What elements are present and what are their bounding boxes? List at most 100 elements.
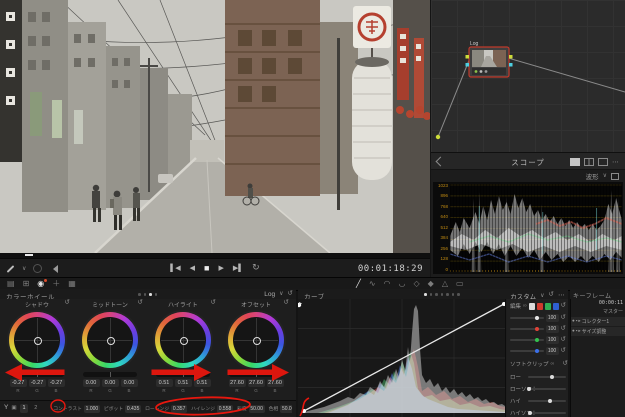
blue-intensity-slider[interactable] <box>510 350 544 352</box>
offset-color-wheel[interactable] <box>228 312 284 368</box>
waveform-scale: 1023896768 640512384 2561280 <box>433 184 448 272</box>
green-channel-button[interactable] <box>545 303 551 310</box>
expand-track-icon[interactable]: ▸ <box>578 329 580 334</box>
loop-button[interactable]: ↻ <box>252 262 260 273</box>
reset-icon[interactable]: ↺ <box>138 300 143 307</box>
keyframe-track-corrector[interactable]: ● ▪ ▸ コレクター1 <box>570 317 625 326</box>
midtone-color-wheel[interactable] <box>82 312 138 368</box>
curve-black-point[interactable] <box>302 409 306 413</box>
softclip-reset-icon[interactable]: ↺ <box>562 361 567 368</box>
contrast-value[interactable]: 1.000 <box>84 405 100 413</box>
skip-end-button[interactable]: ▶▌ <box>233 264 243 272</box>
curves-page-dots[interactable] <box>424 293 460 296</box>
skip-start-button[interactable]: ▌◀ <box>170 264 180 272</box>
green-intensity-value[interactable]: 100 <box>546 336 559 344</box>
high-soft-slider[interactable] <box>528 412 566 414</box>
red-channel-button[interactable] <box>537 303 543 310</box>
custom-curve-graph[interactable]: ▸ <box>298 299 506 417</box>
primaries-adjust-bar: Y ▣ 1 2 コントラスト1.000 ピボット0.435 ローレンジ0.357… <box>0 400 296 416</box>
red-intensity-value[interactable]: 100 <box>546 325 559 333</box>
shadow-master-wheel[interactable] <box>10 372 64 377</box>
pen-dropdown-icon[interactable]: ∨ <box>22 266 26 272</box>
wheel-mode-icon[interactable]: ▣ <box>11 406 16 412</box>
value-box[interactable]: -0.27 <box>48 379 65 387</box>
curves-reset-icon[interactable]: ↺ <box>549 292 554 299</box>
expand-track-icon[interactable]: ▸ <box>578 319 580 324</box>
value-box[interactable]: 27.60 <box>248 379 265 387</box>
wheels-mode-select[interactable]: Log <box>264 291 275 298</box>
audio-mute-icon[interactable] <box>49 265 58 273</box>
keyframe-panel: 00:00:11 マスター ● ▪ ▸ コレクター1 ● ▪ ▸ サイズ調整 <box>570 299 625 417</box>
stop-button[interactable]: ■ <box>204 263 209 273</box>
scope-single-view-icon[interactable] <box>570 158 580 166</box>
curves-channels-reset-icon[interactable]: ↺ <box>561 303 566 310</box>
value-box[interactable]: 27.60 <box>267 379 284 387</box>
value-box[interactable]: 27.60 <box>229 379 246 387</box>
scope-quad-view-icon[interactable] <box>598 158 608 166</box>
playhead-marker[interactable] <box>25 254 33 256</box>
luma-channel-button[interactable] <box>529 303 535 310</box>
wheels-reset-icon[interactable]: ↺ <box>288 291 293 298</box>
highlight-color-wheel[interactable] <box>155 312 211 368</box>
blue-channel-button[interactable] <box>553 303 559 310</box>
shadow-color-wheel[interactable] <box>9 312 65 368</box>
link-icon[interactable]: ∞ <box>551 361 555 367</box>
high-clip-slider[interactable] <box>528 400 566 402</box>
viewer-timecode[interactable]: 00:01:18:29 <box>358 264 423 274</box>
pivot-value[interactable]: 0.435 <box>125 405 141 413</box>
value-box[interactable]: -0.27 <box>10 379 27 387</box>
play-button[interactable]: ▶ <box>218 264 223 272</box>
red-intensity-slider[interactable] <box>510 328 544 330</box>
reset-icon[interactable]: ↺ <box>561 315 566 322</box>
reset-icon[interactable]: ↺ <box>561 337 566 344</box>
softclip-label: ソフトクリップ <box>510 360 549 368</box>
luma-intensity-slider[interactable] <box>510 317 544 319</box>
green-intensity-slider[interactable] <box>510 339 544 341</box>
corrector-node[interactable]: Log <box>466 41 513 77</box>
highlight-master-wheel[interactable] <box>156 372 210 377</box>
scope-options-icon[interactable]: ⋯ <box>612 159 619 166</box>
reset-icon[interactable]: ↺ <box>561 326 566 333</box>
wheels-page-dots[interactable] <box>138 293 157 296</box>
value-box[interactable]: -0.27 <box>29 379 46 387</box>
midtone-master-wheel[interactable] <box>83 372 137 377</box>
scope-settings-icon[interactable] <box>611 173 619 180</box>
grab-still-icon[interactable] <box>33 264 42 273</box>
offset-master-wheel[interactable] <box>229 372 283 377</box>
midtone-wheel-group: ミッドトーン↺ 0.00 0.00 0.00 RGB <box>74 300 146 399</box>
hue-value[interactable]: 50.00 <box>280 405 292 413</box>
lock-icon[interactable]: ▪ <box>576 319 578 324</box>
value-box[interactable]: 0.51 <box>156 379 173 387</box>
blue-intensity-value[interactable]: 100 <box>546 347 559 355</box>
curves-options-icon[interactable]: ⋯ <box>558 292 565 299</box>
high-range-value[interactable]: 0.558 <box>217 405 233 413</box>
value-box[interactable]: 0.51 <box>194 379 211 387</box>
ysfx-toggle-icon[interactable]: Y <box>4 405 8 412</box>
lock-icon[interactable]: ▪ <box>576 329 578 334</box>
keyframe-track-sizing[interactable]: ● ▪ ▸ サイズ調整 <box>570 327 625 336</box>
low-clip-slider[interactable] <box>528 376 566 378</box>
wheels-page-2-button[interactable]: 2 <box>31 404 40 413</box>
value-box[interactable]: 0.00 <box>83 379 100 387</box>
reset-icon[interactable]: ↺ <box>561 348 566 355</box>
value-box[interactable]: 0.00 <box>121 379 138 387</box>
reset-icon[interactable]: ↺ <box>284 300 289 307</box>
value-box[interactable]: 0.00 <box>102 379 119 387</box>
node-editor[interactable]: Log <box>431 0 625 153</box>
value-box[interactable]: 0.51 <box>175 379 192 387</box>
scope-mode-caret-icon: ∨ <box>603 173 607 179</box>
scope-mode-select[interactable]: 波形 <box>586 171 599 181</box>
wheels-page-1-button[interactable]: 1 <box>20 404 29 413</box>
palette-headers: カラーホイール Log ∨ ↺ カーブ カスタム ∨ ↺ ⋯ キーフレーム <box>0 289 625 299</box>
low-range-value[interactable]: 0.357 <box>171 405 187 413</box>
node-input-dot <box>466 55 470 59</box>
reset-icon[interactable]: ↺ <box>211 300 216 307</box>
reset-icon[interactable]: ↺ <box>65 300 70 307</box>
saturation-value[interactable]: 50.00 <box>249 405 265 413</box>
step-back-button[interactable]: ◀ <box>190 264 195 272</box>
link-icon[interactable]: ∞ <box>523 303 527 309</box>
scope-dual-view-icon[interactable] <box>584 158 594 166</box>
luma-intensity-value[interactable]: 100 <box>546 314 559 322</box>
annotation-pen-icon[interactable] <box>7 265 15 273</box>
low-soft-slider[interactable] <box>528 388 566 390</box>
